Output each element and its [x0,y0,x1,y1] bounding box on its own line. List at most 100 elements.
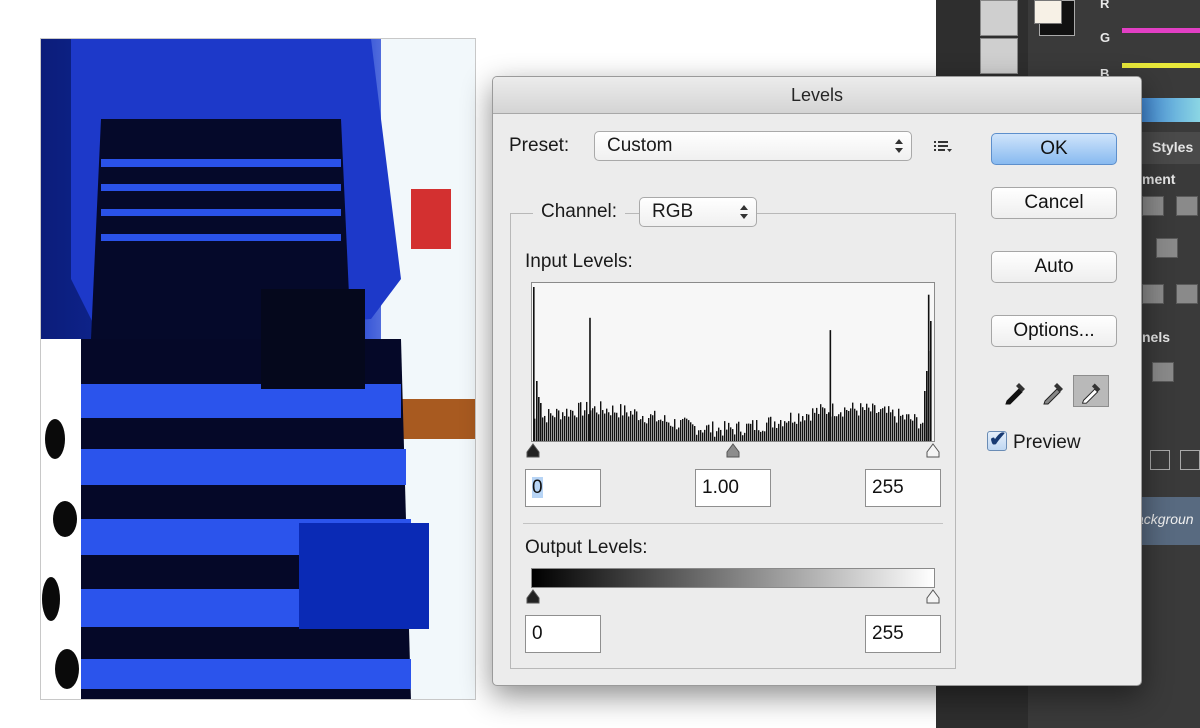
histogram-bar [818,413,820,441]
histogram-bar [708,424,710,441]
foreground-color-swatch[interactable] [1034,0,1062,24]
histogram-bar [642,415,644,441]
histogram-bar [890,412,892,441]
histogram-bar [756,420,758,441]
histogram-bar [914,414,916,441]
puppet-tool-button[interactable] [980,38,1018,74]
histogram-bar [904,419,906,441]
output-white-slider-handle[interactable] [926,589,940,604]
input-white-slider-handle[interactable] [926,443,940,458]
histogram-bar [600,401,602,441]
histogram-bar [676,429,678,441]
histogram-bar [902,414,904,441]
histogram-bar [762,430,764,441]
histogram-bar [562,412,564,441]
histogram-bar [850,408,852,441]
histogram-bar [558,410,560,441]
histogram-bar [684,417,686,441]
white-eyedropper-icon[interactable] [1073,375,1109,407]
output-slider-track [526,589,940,604]
histogram-peak [829,330,832,441]
histogram-bar [700,429,702,441]
output-white-field[interactable]: 255 [865,615,941,653]
histogram-bar [798,413,800,441]
histogram-bar [744,432,746,441]
histogram-bar [740,431,742,441]
list-options-icon[interactable] [933,139,953,155]
options-button[interactable]: Options... [991,315,1117,347]
tool-button[interactable] [980,0,1018,36]
histogram-bar [556,408,558,441]
histogram-bar [766,422,768,441]
histogram-bar [666,421,668,441]
histogram-bar [710,432,712,441]
histogram-bar [738,421,740,441]
input-gamma-field[interactable]: 1.00 [695,469,771,507]
move-icon[interactable] [1150,450,1170,470]
histogram-bar [920,423,922,441]
input-black-field[interactable]: 0 [525,469,601,507]
histogram-bar [550,413,552,441]
histogram-bar [680,420,682,441]
histogram-bar [790,412,792,441]
black-eyedropper-icon[interactable] [997,375,1033,407]
histogram-bar [540,403,542,441]
histogram-bar [646,423,648,441]
histogram-bar [696,434,698,441]
output-black-slider-handle[interactable] [526,589,540,604]
output-black-field[interactable]: 0 [525,615,601,653]
histogram-bar [586,401,588,441]
histogram-bar [626,412,628,441]
ok-button[interactable]: OK [991,133,1117,165]
histogram-bar [640,419,642,441]
histogram-bar [844,407,846,441]
histogram-bar [824,408,826,441]
checkmark-icon: ✔ [989,428,1007,451]
histogram-bar [726,429,728,441]
preview-checkbox[interactable]: ✔ [987,428,1007,451]
histogram-bar [764,431,766,441]
histogram-bar [802,416,804,441]
r-slider[interactable] [1122,28,1200,33]
g-slider[interactable] [1122,63,1200,68]
histogram-bar [608,412,610,441]
input-white-field[interactable]: 255 [865,469,941,507]
cancel-button[interactable]: Cancel [991,187,1117,219]
histogram-bar [724,421,726,441]
histogram-bar [560,419,562,441]
levels-adjustment-icon[interactable] [1142,196,1164,216]
histogram-bar [886,412,888,441]
auto-button[interactable]: Auto [991,251,1117,283]
histogram-bar [580,402,582,441]
selective-color-icon[interactable] [1176,284,1198,304]
histogram-bar [594,406,596,441]
input-gamma-slider-handle[interactable] [726,443,740,458]
histogram [531,282,935,442]
histogram-bar [576,417,578,441]
input-black-value: 0 [532,477,543,498]
styles-tab[interactable]: Styles [1132,132,1200,164]
histogram-bar [774,421,776,441]
curves-adjustment-icon[interactable] [1176,196,1198,216]
dialog-titlebar[interactable]: Levels [493,77,1141,114]
channel-select[interactable]: RGB [639,197,757,227]
gray-eyedropper-icon[interactable] [1035,375,1071,407]
lock-icon[interactable] [1180,450,1200,470]
gradient-map-icon[interactable] [1142,284,1164,304]
histogram-bar [706,425,708,441]
histogram-peak [533,287,535,441]
bw-adjustment-icon[interactable] [1156,238,1178,258]
histogram-bar [800,421,802,441]
histogram-bar [754,430,756,441]
input-black-slider-handle[interactable] [526,443,540,458]
preset-select[interactable]: Custom [594,131,912,161]
histogram-bar [610,415,612,441]
histogram-bar [658,420,660,441]
layer-row-background[interactable]: ackgroun [1136,497,1200,545]
histogram-bar [674,419,676,441]
histogram-bar [892,409,894,441]
histogram-bar [542,417,544,441]
histogram-bar [618,417,620,441]
histogram-bar [752,420,754,441]
histogram-bar [826,413,828,441]
